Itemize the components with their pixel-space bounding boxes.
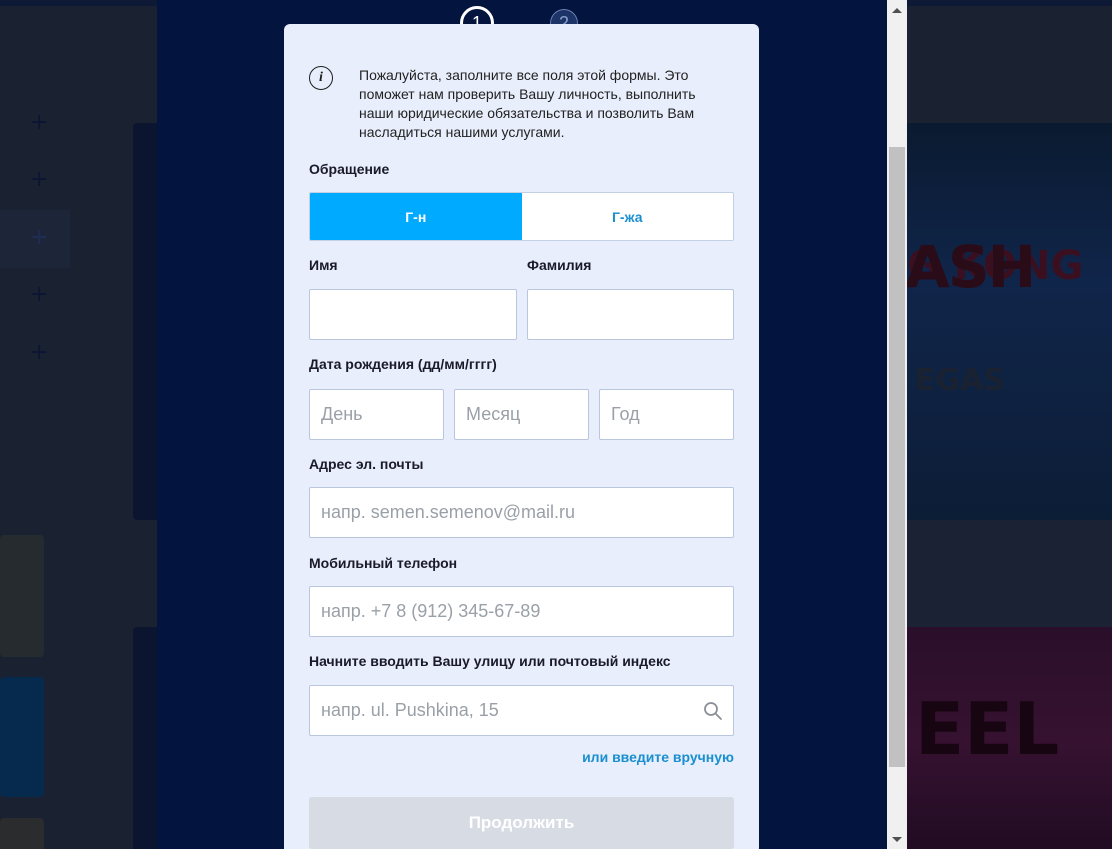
continue-button[interactable]: Продолжить <box>309 797 734 849</box>
last-name-input[interactable] <box>527 289 734 340</box>
background-card <box>0 677 44 797</box>
info-icon: i <box>309 66 333 90</box>
game-art: ASH <box>905 233 1036 301</box>
background-game-thumbnail: G KONG ASH EGAS <box>905 123 1112 520</box>
salutation-mrs-button[interactable]: Г-жа <box>521 193 733 240</box>
plus-icon: + <box>30 225 49 250</box>
email-input[interactable] <box>309 487 734 538</box>
background-game-thumbnail: EEL <box>905 627 1112 849</box>
scrollbar-thumb[interactable] <box>889 147 905 767</box>
salutation-label: Обращение <box>309 161 390 177</box>
game-art: EEL <box>915 687 1060 771</box>
dob-year-input[interactable] <box>599 389 734 440</box>
plus-icon: + <box>30 167 49 192</box>
info-notice: i Пожалуйста, заполните все поля этой фо… <box>309 66 729 142</box>
dob-label: Дата рождения (дд/мм/гггг) <box>309 356 497 372</box>
info-text: Пожалуйста, заполните все поля этой форм… <box>359 67 696 140</box>
background-card <box>0 535 44 657</box>
dob-month-input[interactable] <box>454 389 589 440</box>
plus-icon: + <box>30 282 49 307</box>
registration-form-card: i Пожалуйста, заполните все поля этой фо… <box>284 24 759 849</box>
salutation-toggle: Г-н Г-жа <box>309 192 734 241</box>
background-strip <box>905 520 1112 627</box>
scrollbar[interactable] <box>887 0 907 849</box>
address-label: Начните вводить Вашу улицу или почтовый … <box>309 653 671 669</box>
plus-icon: + <box>30 340 49 365</box>
address-search-input[interactable] <box>309 685 734 736</box>
first-name-label: Имя <box>309 257 338 273</box>
scroll-up-arrow-icon[interactable] <box>887 0 907 20</box>
game-art: EGAS <box>915 363 1005 398</box>
phone-label: Мобильный телефон <box>309 555 458 571</box>
last-name-label: Фамилия <box>527 257 592 273</box>
search-icon[interactable] <box>703 701 723 721</box>
plus-icon: + <box>30 110 49 135</box>
scroll-down-arrow-icon[interactable] <box>887 829 907 849</box>
first-name-input[interactable] <box>309 289 517 340</box>
manual-address-link[interactable]: или введите вручную <box>570 749 734 765</box>
email-label: Адрес эл. почты <box>309 456 424 472</box>
phone-input[interactable] <box>309 586 734 637</box>
background-card <box>0 818 44 849</box>
salutation-mr-button[interactable]: Г-н <box>310 193 522 240</box>
dob-day-input[interactable] <box>309 389 444 440</box>
